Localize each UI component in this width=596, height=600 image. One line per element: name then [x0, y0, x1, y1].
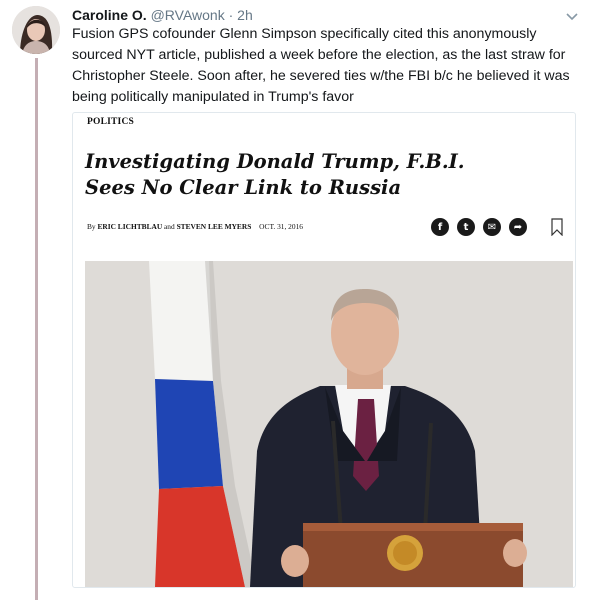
share-icon[interactable]: ➦ [509, 218, 527, 236]
article-date: OCT. 31, 2016 [259, 222, 303, 231]
avatar[interactable] [12, 6, 60, 54]
headline-line-1: Investigating Donald Trump, F.B.I. [85, 150, 465, 173]
article-card[interactable]: POLITICS Investigating Donald Trump, F.B… [72, 112, 576, 588]
article-photo[interactable] [85, 261, 573, 587]
tweet-text: Fusion GPS cofounder Glenn Simpson speci… [72, 26, 570, 105]
share-buttons: f t ✉ ➦ [431, 217, 563, 237]
author-2: STEVEN LEE MYERS [176, 222, 252, 231]
byline-conjunction: and [164, 222, 175, 231]
timestamp[interactable]: 2h [237, 7, 253, 23]
twitter-icon[interactable]: t [457, 218, 475, 236]
byline-prefix: By [87, 222, 96, 231]
author-1: ERIC LICHTBLAU [97, 222, 163, 231]
byline: By ERIC LICHTBLAU and STEVEN LEE MYERS O… [87, 222, 303, 231]
separator-dot: · [228, 7, 234, 23]
facebook-icon[interactable]: f [431, 218, 449, 236]
display-name[interactable]: Caroline O. [72, 7, 147, 23]
article-headline[interactable]: Investigating Donald Trump, F.B.I. Sees … [85, 149, 565, 201]
thread-line [35, 58, 38, 600]
bookmark-icon[interactable] [551, 218, 563, 237]
chevron-down-icon[interactable] [564, 8, 580, 24]
section-label: POLITICS [87, 117, 135, 127]
avatar-image [12, 6, 60, 54]
user-handle[interactable]: @RVAwonk [151, 7, 225, 23]
press-conference-image [85, 261, 573, 587]
email-icon[interactable]: ✉ [483, 218, 501, 236]
tweet-header: Caroline O. @RVAwonk · 2h [72, 6, 556, 24]
tweet: Caroline O. @RVAwonk · 2h Fusion GPS cof… [0, 0, 596, 600]
headline-line-2: Sees No Clear Link to Russia [85, 176, 402, 199]
